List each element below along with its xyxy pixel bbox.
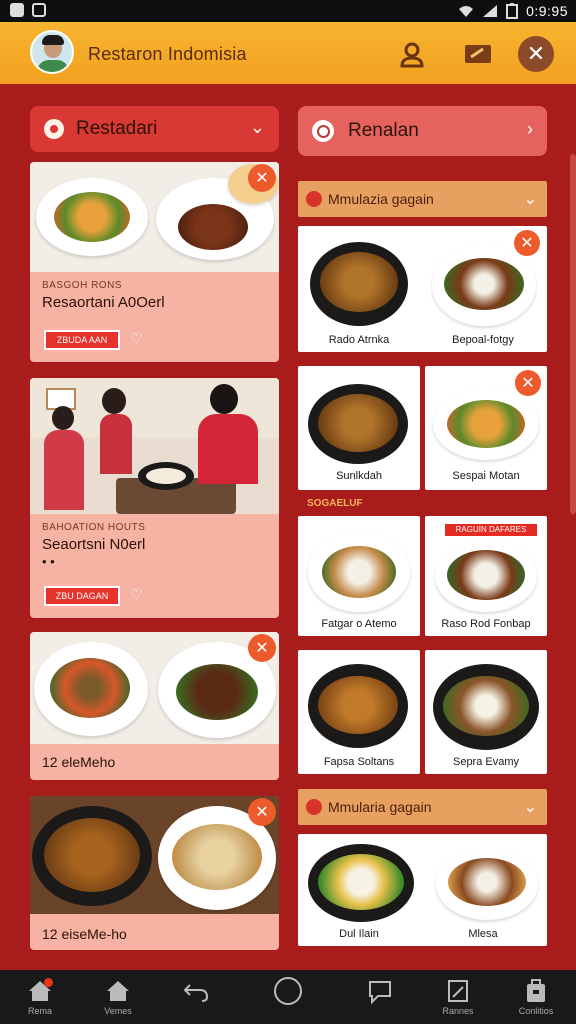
heart-icon[interactable]: ♡	[130, 586, 146, 602]
app-title: Restaron Indomisia	[88, 44, 247, 64]
wallet-icon[interactable]	[460, 36, 496, 72]
card-caption: 12 eiseMe-ho	[42, 926, 127, 942]
close-icon[interactable]: ✕	[515, 370, 541, 396]
wifi-icon	[459, 6, 474, 17]
dining-photo	[30, 378, 279, 514]
close-icon[interactable]: ✕	[248, 634, 276, 662]
close-button[interactable]: ✕	[518, 36, 554, 72]
dish-tile-pair: ✕ Rado Atrnka Bepoal-fotgy	[298, 226, 547, 352]
profile-icon[interactable]	[394, 36, 430, 72]
map-icon	[448, 980, 468, 1002]
nav-item-conditions[interactable]: Conlitios	[506, 976, 566, 1024]
dish-tile-caption: Fapsa Soltans	[323, 756, 395, 768]
chevron-down-icon: ⌄	[523, 799, 537, 816]
food-photo	[30, 632, 279, 744]
card-caption: 12 eleMeho	[42, 754, 116, 770]
screenshot-icon	[32, 3, 46, 17]
chevron-down-icon: ⌄	[249, 117, 265, 137]
dish-tile-tag: RAGUIN DAFARES	[445, 524, 537, 536]
section-label: Mmularia gagain	[328, 799, 432, 815]
card-kicker: BASGOH RONS	[42, 280, 122, 291]
dish-tile-caption: Dul Ilain	[339, 928, 379, 940]
section-label: Mmulazia gagain	[328, 191, 434, 207]
search-dropdown-label: Renalan	[348, 120, 419, 141]
category-section-header[interactable]: Mmularia gagain ⌄	[298, 789, 547, 825]
search-icon	[312, 120, 334, 142]
close-icon[interactable]: ✕	[248, 164, 276, 192]
dish-tile[interactable]: Fatgar o Atemo	[298, 516, 420, 636]
dish-tile[interactable]: Fapsa Soltans	[298, 650, 420, 774]
dish-tile[interactable]: Sepra Evamy	[425, 650, 547, 774]
bag-icon	[527, 979, 545, 1002]
card-title: Resaortani A0Oerl	[42, 294, 165, 311]
dish-tile-caption: Raso Rod Fonbap	[441, 618, 531, 630]
restaurant-card[interactable]: ✕ 12 eiseMe-ho	[30, 796, 279, 950]
nav-item-home[interactable]: Rema	[10, 976, 70, 1024]
clock: 0:9:95	[526, 3, 568, 19]
card-kicker: BAHOATION HOUTS	[42, 522, 146, 533]
main-content: Restadari ⌄ Renalan › ✕ BASGOH RONS Resa…	[0, 84, 576, 970]
dish-tile-caption: Bepoal-fotgy	[452, 334, 514, 346]
restaurant-card[interactable]: ✕ 12 eleMeho	[30, 632, 279, 780]
dish-tile-caption: Fatgar o Atemo	[321, 618, 397, 630]
dish-tile[interactable]: RAGUIN DAFARES Raso Rod Fonbap	[425, 516, 547, 636]
section-marker: SOGAELUF	[307, 498, 363, 509]
flower-icon	[306, 191, 322, 207]
dish-tile-caption: Mlesa	[468, 928, 498, 940]
category-section-header[interactable]: Mmulazia gagain ⌄	[298, 181, 547, 217]
back-icon	[183, 984, 209, 1002]
bottom-navigation: Rema Vemes Rannes Conlitios	[0, 970, 576, 1024]
close-icon[interactable]: ✕	[514, 230, 540, 256]
nav-label: Conlitios	[518, 1006, 554, 1016]
restaurant-dropdown-label: Restadari	[76, 118, 158, 139]
food-photo	[30, 162, 279, 272]
circle-home-icon	[274, 977, 302, 1005]
battery-icon	[506, 3, 519, 19]
dish-tile-pair: Dul Ilain Mlesa	[298, 834, 547, 946]
scrollbar[interactable]	[570, 154, 576, 514]
heart-icon[interactable]: ♡	[130, 330, 146, 346]
app-bar: Restaron Indomisia ✕	[0, 22, 576, 84]
dish-tile-caption: Rado Atrnka	[328, 334, 390, 346]
restaurant-card[interactable]: ✕ BASGOH RONS Resaortani A0Oerl ZBUDA AA…	[30, 162, 279, 362]
card-dots: • •	[42, 554, 55, 569]
chevron-right-icon: ›	[527, 119, 533, 139]
nav-item-routes[interactable]: Rannes	[428, 976, 488, 1024]
notification-icon	[10, 3, 24, 17]
house-icon	[107, 981, 129, 1001]
dish-tile-caption: Sespai Motan	[452, 470, 520, 482]
dish-tile[interactable]: Sunlkdah	[298, 366, 420, 490]
search-dropdown[interactable]: Renalan ›	[298, 106, 547, 156]
close-icon[interactable]: ✕	[248, 798, 276, 826]
chat-icon	[44, 119, 64, 139]
card-action-button[interactable]: ZBU DAGAN	[44, 586, 120, 606]
card-action-button[interactable]: ZBUDA AAN	[44, 330, 120, 350]
avatar[interactable]	[30, 30, 74, 74]
card-title: Seaortsni N0erl	[42, 536, 146, 553]
status-bar: 0:9:95	[0, 0, 576, 22]
flower-icon	[306, 799, 322, 815]
nav-back[interactable]	[166, 976, 226, 1024]
chat-bubble-icon	[369, 981, 391, 1004]
notification-badge	[44, 978, 53, 987]
chevron-down-icon: ⌄	[523, 191, 537, 208]
food-photo	[30, 796, 279, 914]
signal-icon	[483, 5, 498, 17]
close-icon: ✕	[526, 41, 546, 66]
nav-label: Vemes	[104, 1006, 132, 1016]
nav-chat[interactable]	[350, 976, 410, 1024]
dish-tile-caption: Sepra Evamy	[452, 756, 520, 768]
nav-item-menus[interactable]: Vemes	[88, 976, 148, 1024]
nav-home[interactable]	[258, 976, 318, 1024]
dish-tile-caption: Sunlkdah	[336, 470, 382, 482]
restaurant-dropdown[interactable]: Restadari ⌄	[30, 106, 279, 152]
restaurant-card[interactable]: BAHOATION HOUTS Seaortsni N0erl • • ZBU …	[30, 378, 279, 618]
dish-tile[interactable]: ✕ Sespai Motan	[425, 366, 547, 490]
nav-label: Rema	[27, 1006, 52, 1016]
nav-label: Rannes	[442, 1006, 474, 1016]
